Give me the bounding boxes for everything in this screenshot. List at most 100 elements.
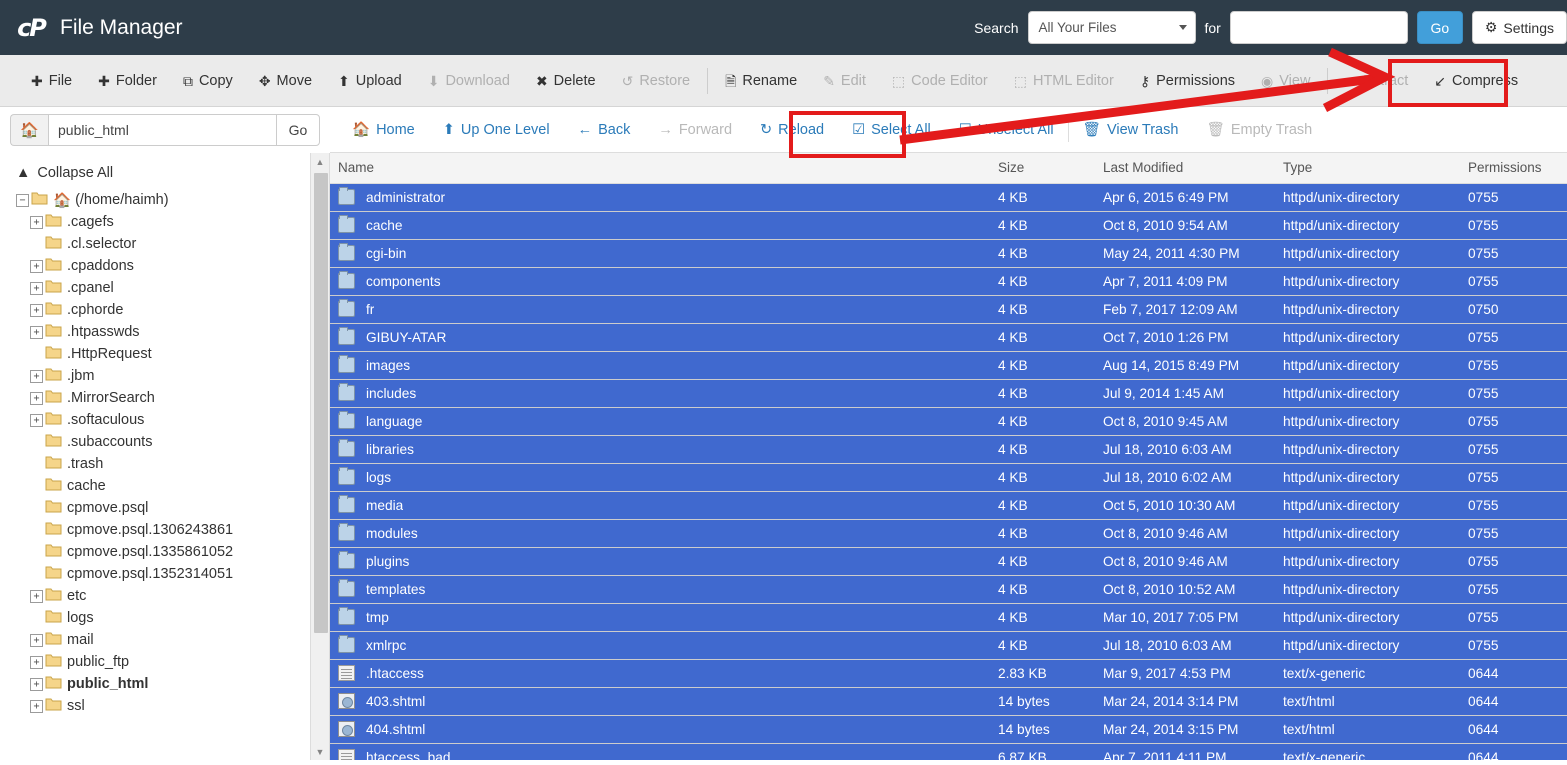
nav-back-button[interactable]: ← Back bbox=[564, 107, 645, 152]
expand-icon[interactable]: + bbox=[30, 413, 43, 427]
search-input[interactable] bbox=[1229, 11, 1408, 44]
folder-icon bbox=[45, 389, 62, 407]
settings-button[interactable]: ⚙ Settings bbox=[1471, 11, 1567, 44]
nav-reload-button[interactable]: ↻ Reload bbox=[746, 107, 838, 152]
toolbar-folder-button[interactable]: ✚ Folder bbox=[85, 55, 170, 106]
tree-node[interactable]: + .htpasswds bbox=[8, 321, 310, 343]
tree-node[interactable]: + mail bbox=[8, 629, 310, 651]
nav-unselect-all-button[interactable]: ☐ Unselect All bbox=[945, 107, 1068, 152]
tree-node[interactable]: + .MirrorSearch bbox=[8, 387, 310, 409]
table-row[interactable]: components 4 KB Apr 7, 2011 4:09 PM httpd/u… bbox=[330, 267, 1567, 296]
expand-icon[interactable]: + bbox=[30, 303, 43, 317]
tree-node[interactable]: + .cphorde bbox=[8, 299, 310, 321]
tree-node[interactable]: cpmove.psql.1306243861 bbox=[8, 519, 310, 541]
nav-home-button[interactable]: 🏠 Home bbox=[338, 107, 429, 152]
column-header-type[interactable]: Type bbox=[1275, 153, 1460, 184]
table-row[interactable]: htaccess_bad 6.87 KB Apr 7, 2011 4:11 PM te… bbox=[330, 743, 1567, 760]
collapse-icon[interactable]: − bbox=[16, 193, 29, 207]
tree-node[interactable]: + .jbm bbox=[8, 365, 310, 387]
table-row[interactable]: cache 4 KB Oct 8, 2010 9:54 AM httpd/unix-d… bbox=[330, 211, 1567, 240]
folder-icon bbox=[338, 271, 355, 289]
expand-icon[interactable]: + bbox=[30, 677, 43, 691]
table-row[interactable]: tmp 4 KB Mar 10, 2017 7:05 PM httpd/unix-di… bbox=[330, 603, 1567, 632]
expand-icon[interactable]: + bbox=[30, 391, 43, 405]
table-row[interactable]: templates 4 KB Oct 8, 2010 10:52 AM httpd/u… bbox=[330, 575, 1567, 604]
tree-node[interactable]: cpmove.psql.1335861052 bbox=[8, 541, 310, 563]
tree-node-root[interactable]: − 🏠 (/home/haimh) bbox=[8, 189, 310, 211]
tree-node[interactable]: .HttpRequest bbox=[8, 343, 310, 365]
toolbar-extract-button: ↗ Extract bbox=[1332, 55, 1421, 106]
tree-node[interactable]: + public_ftp bbox=[8, 651, 310, 673]
cell-permissions: 0644 bbox=[1460, 659, 1567, 688]
table-row[interactable]: cgi-bin 4 KB May 24, 2011 4:30 PM httpd/uni… bbox=[330, 239, 1567, 268]
table-row[interactable]: .htaccess 2.83 KB Mar 9, 2017 4:53 PM text/… bbox=[330, 659, 1567, 688]
search-scope-select[interactable]: All Your Files bbox=[1027, 11, 1196, 44]
table-row[interactable]: language 4 KB Oct 8, 2010 9:45 AM httpd/uni… bbox=[330, 407, 1567, 436]
path-input[interactable] bbox=[48, 114, 276, 146]
tree-node[interactable]: cpmove.psql.1352314051 bbox=[8, 563, 310, 585]
scroll-down-arrow-icon[interactable]: ▼ bbox=[311, 743, 329, 760]
nav-up-one-level-button[interactable]: ⬆ Up One Level bbox=[429, 107, 564, 152]
tree-node[interactable]: .cl.selector bbox=[8, 233, 310, 255]
collapse-all-button[interactable]: ▲ Collapse All bbox=[16, 165, 310, 181]
expand-icon[interactable]: + bbox=[30, 369, 43, 383]
toolbar-file-button[interactable]: ✚ File bbox=[18, 55, 85, 106]
table-row[interactable]: 404.shtml 14 bytes Mar 24, 2014 3:15 PM tex… bbox=[330, 715, 1567, 744]
expand-icon[interactable]: + bbox=[30, 633, 43, 647]
table-row[interactable]: images 4 KB Aug 14, 2015 8:49 PM httpd/unix… bbox=[330, 351, 1567, 380]
expand-icon[interactable]: + bbox=[30, 215, 43, 229]
scrollbar-thumb[interactable] bbox=[314, 173, 328, 633]
path-go-button[interactable]: Go bbox=[276, 114, 320, 146]
sidebar-scrollbar[interactable]: ▲ ▼ bbox=[310, 153, 330, 760]
tree-node[interactable]: cache bbox=[8, 475, 310, 497]
tree-node[interactable]: + ssl bbox=[8, 695, 310, 717]
expand-icon[interactable]: + bbox=[30, 325, 43, 339]
tree-node[interactable]: cpmove.psql bbox=[8, 497, 310, 519]
table-row[interactable]: logs 4 KB Jul 18, 2010 6:02 AM httpd/unix-d… bbox=[330, 463, 1567, 492]
toolbar-move-button[interactable]: ✥ Move bbox=[246, 55, 325, 106]
tree-node-label: public_html bbox=[67, 676, 149, 692]
tree-node[interactable]: + .cpaddons bbox=[8, 255, 310, 277]
tree-node[interactable]: logs bbox=[8, 607, 310, 629]
table-row[interactable]: administrator 4 KB Apr 6, 2015 6:49 PM http… bbox=[330, 183, 1567, 212]
nav-view-trash-button[interactable]: 🗑 View Trash bbox=[1069, 107, 1193, 152]
table-row[interactable]: media 4 KB Oct 5, 2010 10:30 AM httpd/unix-… bbox=[330, 491, 1567, 520]
table-row[interactable]: 403.shtml 14 bytes Mar 24, 2014 3:14 PM tex… bbox=[330, 687, 1567, 716]
toolbar-rename-button[interactable]: 🗎 Rename bbox=[712, 55, 810, 106]
tree-node[interactable]: .trash bbox=[8, 453, 310, 475]
tree-node[interactable]: + .softaculous bbox=[8, 409, 310, 431]
toolbar-copy-button[interactable]: ⧉ Copy bbox=[170, 55, 246, 106]
toolbar-item-label: Permissions bbox=[1156, 72, 1236, 89]
search-go-button[interactable]: Go bbox=[1416, 11, 1463, 44]
expand-icon[interactable]: + bbox=[30, 699, 43, 713]
expand-icon[interactable]: + bbox=[30, 259, 43, 273]
expand-icon[interactable]: + bbox=[30, 655, 43, 669]
table-row[interactable]: modules 4 KB Oct 8, 2010 9:46 AM httpd/unix… bbox=[330, 519, 1567, 548]
table-row[interactable]: fr 4 KB Feb 7, 2017 12:09 AM httpd/unix-dir… bbox=[330, 295, 1567, 324]
table-row[interactable]: libraries 4 KB Jul 18, 2010 6:03 AM httpd/u… bbox=[330, 435, 1567, 464]
table-row[interactable]: plugins 4 KB Oct 8, 2010 9:46 AM httpd/unix… bbox=[330, 547, 1567, 576]
tree-node[interactable]: .subaccounts bbox=[8, 431, 310, 453]
column-header-last-modified[interactable]: Last Modified bbox=[1095, 153, 1275, 184]
expand-icon[interactable]: + bbox=[30, 589, 43, 603]
nav-item-label: Up One Level bbox=[460, 121, 550, 138]
toolbar-delete-button[interactable]: ✖ Delete bbox=[523, 55, 609, 106]
tree-node[interactable]: + etc bbox=[8, 585, 310, 607]
toolbar-compress-button[interactable]: ↙ Compress bbox=[1421, 55, 1531, 106]
tree-node[interactable]: + .cagefs bbox=[8, 211, 310, 233]
column-header-name[interactable]: Name bbox=[330, 153, 990, 184]
scroll-up-arrow-icon[interactable]: ▲ bbox=[311, 153, 329, 170]
table-row[interactable]: GIBUY-ATAR 4 KB Oct 7, 2010 1:26 PM httpd/u… bbox=[330, 323, 1567, 352]
column-header-size[interactable]: Size bbox=[990, 153, 1095, 184]
column-header-permissions[interactable]: Permissions bbox=[1460, 153, 1567, 184]
tree-node-label: public_ftp bbox=[67, 654, 130, 670]
tree-node[interactable]: + .cpanel bbox=[8, 277, 310, 299]
toolbar-upload-button[interactable]: ⬆ Upload bbox=[325, 55, 415, 106]
table-row[interactable]: includes 4 KB Jul 9, 2014 1:45 AM httpd/uni… bbox=[330, 379, 1567, 408]
table-row[interactable]: xmlrpc 4 KB Jul 18, 2010 6:03 AM httpd/unix… bbox=[330, 631, 1567, 660]
expand-icon[interactable]: + bbox=[30, 281, 43, 295]
toolbar-permissions-button[interactable]: ⚷ Permissions bbox=[1127, 55, 1248, 106]
nav-select-all-button[interactable]: ☑ Select All bbox=[838, 107, 945, 152]
tree-node[interactable]: + public_html bbox=[8, 673, 310, 695]
path-home-icon[interactable]: 🏠 bbox=[10, 114, 48, 146]
